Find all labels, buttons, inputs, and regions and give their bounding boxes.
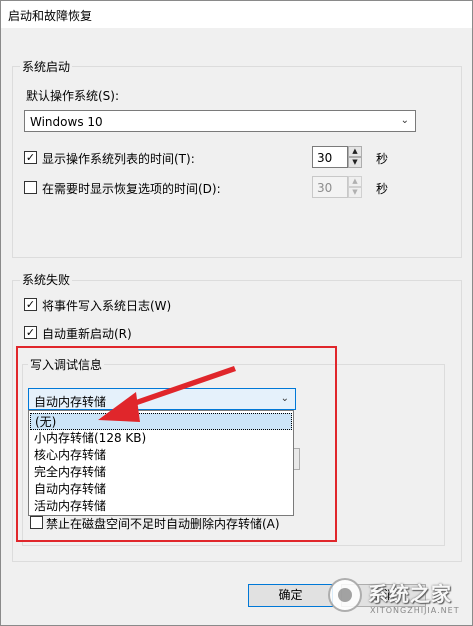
- spin-up-icon: ▲: [348, 176, 362, 187]
- show-os-list-unit: 秒: [376, 152, 389, 166]
- watermark: 系统之家 XITONGZHIJIA.NET: [328, 572, 470, 622]
- spin-down-icon[interactable]: ▼: [348, 157, 362, 168]
- watermark-subtext: XITONGZHIJIA.NET: [370, 606, 460, 615]
- watermark-logo-icon: [328, 578, 362, 612]
- show-recovery-seconds-input: 30: [312, 176, 348, 198]
- title-bar: 启动和故障恢复: [0, 0, 473, 28]
- show-recovery-unit: 秒: [376, 182, 389, 196]
- watermark-text: 系统之家: [368, 582, 452, 606]
- spin-up-icon[interactable]: ▲: [348, 146, 362, 157]
- default-os-combobox[interactable]: Windows 10 ⌄: [24, 110, 416, 132]
- ok-button[interactable]: 确定: [248, 584, 333, 607]
- show-os-list-label: 显示操作系统列表的时间(T):: [42, 152, 195, 166]
- annotation-arrow-shaft: [124, 366, 236, 409]
- annotation-arrow-icon: [98, 366, 236, 422]
- show-os-list-seconds-input[interactable]: 30: [312, 146, 348, 168]
- system-startup-legend: 系统启动: [20, 58, 73, 75]
- write-event-log-checkbox[interactable]: ✓: [24, 298, 37, 311]
- auto-restart-label: 自动重新启动(R): [42, 327, 132, 341]
- show-recovery-seconds-value: 30: [317, 181, 333, 195]
- show-recovery-label: 在需要时显示恢复选项的时间(D):: [42, 182, 221, 196]
- default-os-label: 默认操作系统(S):: [26, 89, 120, 103]
- default-os-value: Windows 10: [30, 115, 103, 129]
- window-title: 启动和故障恢复: [8, 9, 93, 23]
- show-os-list-checkbox[interactable]: ✓: [24, 151, 37, 164]
- auto-restart-checkbox[interactable]: ✓: [24, 326, 37, 339]
- write-event-log-label: 将事件写入系统日志(W): [42, 299, 172, 313]
- spin-down-icon: ▼: [348, 187, 362, 198]
- show-recovery-checkbox[interactable]: [24, 181, 37, 194]
- show-os-list-seconds-value: 30: [317, 151, 333, 165]
- chevron-down-icon: ⌄: [400, 115, 409, 126]
- system-failure-legend: 系统失败: [20, 271, 73, 288]
- annotation-arrow-head: [98, 392, 140, 422]
